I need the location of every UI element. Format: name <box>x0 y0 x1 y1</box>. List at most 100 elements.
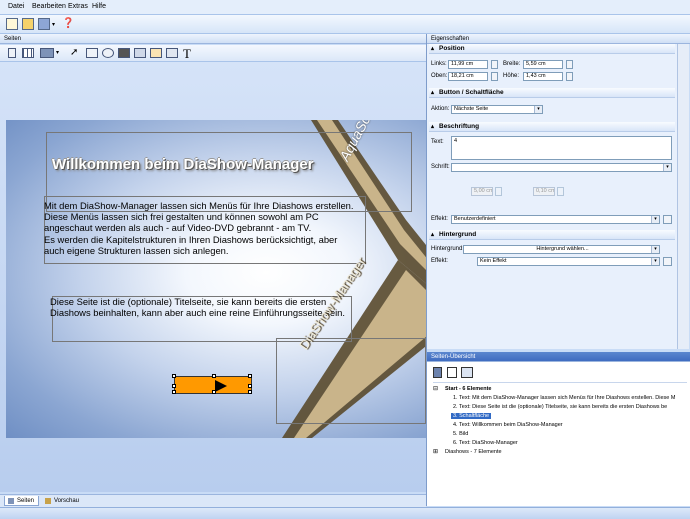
aktion-dropdown[interactable]: Nächste Seite ▾ <box>451 105 543 114</box>
chevron-down-icon: ▾ <box>663 164 671 171</box>
resize-handle[interactable] <box>248 374 252 378</box>
rectangle-tool-icon[interactable] <box>86 48 98 58</box>
new-page-icon[interactable] <box>447 367 457 378</box>
tree-root-diashows[interactable]: Diashows - 7 Elemente <box>445 449 502 455</box>
delete-icon[interactable] <box>8 48 16 58</box>
frame-tool-icon[interactable] <box>150 48 162 58</box>
save-icon[interactable] <box>38 18 50 30</box>
oben-spinner[interactable] <box>491 72 498 81</box>
tree-item[interactable]: 1. Text: Mit dem DiaShow-Manager lassen … <box>453 395 675 401</box>
button-tool-icon[interactable] <box>118 48 130 58</box>
grid-icon[interactable] <box>22 48 34 58</box>
tab-seiten-label: Seiten <box>17 498 35 504</box>
rand-input[interactable]: 5,00 cm <box>471 187 493 196</box>
slide-title[interactable]: Willkommen beim DiaShow-Manager <box>52 156 314 173</box>
section-position[interactable]: Position <box>429 44 675 54</box>
chevron-down-icon: ▾ <box>651 246 659 253</box>
menu-datei[interactable]: Datei <box>8 3 24 10</box>
layout-icon[interactable] <box>40 48 54 58</box>
links-spinner[interactable] <box>491 60 498 69</box>
tree-item[interactable]: 2. Text: Diese Seite ist die (optionale)… <box>453 404 667 410</box>
resize-handle[interactable] <box>172 384 176 388</box>
links-input[interactable]: 11,99 cm <box>448 60 488 69</box>
resize-handle[interactable] <box>172 390 176 394</box>
layout-dropdown-icon[interactable]: ▾ <box>56 49 59 56</box>
copy-page-icon[interactable] <box>461 367 473 378</box>
properties-scrollbar[interactable] <box>677 44 689 349</box>
breite-label: Breite: <box>503 61 521 67</box>
aktion-label: Aktion: <box>431 106 450 112</box>
hoehe-spinner[interactable] <box>566 72 573 81</box>
hintergrund-dropdown[interactable]: Hintergrund wählen... ▾ <box>463 245 660 254</box>
divider <box>433 382 687 383</box>
schrift-dropdown[interactable]: ▾ <box>451 163 672 172</box>
pages-tab-icon <box>8 498 14 504</box>
save-dropdown-icon[interactable]: ▾ <box>52 21 55 28</box>
tree-item-selected[interactable]: 3. Schaltfläche <box>451 413 492 419</box>
breite-spinner[interactable] <box>566 60 573 69</box>
resize-handle[interactable] <box>248 390 252 394</box>
resize-handle[interactable] <box>172 374 176 378</box>
tab-vorschau[interactable]: Vorschau <box>42 496 83 506</box>
pages-panel-header: Seiten <box>0 34 426 44</box>
bottom-tabs: Seiten Vorschau <box>0 494 426 507</box>
hoehe-label: Höhe: <box>503 73 520 79</box>
chevron-down-icon: ▾ <box>534 106 542 113</box>
effekt-edit-button[interactable] <box>663 215 672 224</box>
tab-vorschau-label: Vorschau <box>54 498 80 504</box>
ellipse-tool-icon[interactable] <box>102 48 114 58</box>
schrift-label: Schrift: <box>431 164 450 170</box>
section-button[interactable]: Button / Schaltfläche <box>429 88 675 98</box>
tree-expand-icon[interactable]: ⊞ <box>433 448 438 455</box>
chevron-down-icon: ▾ <box>651 216 659 223</box>
text-tool-icon[interactable]: T <box>183 46 191 62</box>
slide-body-text[interactable]: Mit dem DiaShow-Manager lassen sich Menü… <box>44 200 356 256</box>
tree-item[interactable]: 4. Text: Willkommen beim DiaShow-Manager <box>453 422 563 428</box>
hintergrund-effekt-edit-button[interactable] <box>663 257 672 266</box>
section-hintergrund[interactable]: Hintergrund <box>429 230 675 240</box>
menu-extras[interactable]: Extras <box>68 3 88 10</box>
hintergrund-effekt-dropdown[interactable]: Kein Effekt ▾ <box>477 257 660 266</box>
tree-item[interactable]: 6. Text: DiaShow-Manager <box>453 440 518 446</box>
abstand-input[interactable]: 0,10 cm <box>533 187 555 196</box>
oben-input[interactable]: 18,21 cm <box>448 72 488 81</box>
new-file-icon[interactable] <box>6 18 18 30</box>
text-input[interactable]: 4 <box>451 136 672 160</box>
resize-handle[interactable] <box>212 374 216 378</box>
hintergrund-value: Hintergrund wählen... <box>536 246 589 252</box>
tree-collapse-icon[interactable]: ⊟ <box>433 385 438 392</box>
image-tool-icon[interactable] <box>134 48 146 58</box>
resize-handle[interactable] <box>212 390 216 394</box>
abstand-spinner[interactable] <box>557 187 564 196</box>
tree-root-start[interactable]: Start - 6 Elemente <box>445 386 491 392</box>
slide-intro-text[interactable]: Diese Seite ist die (optionale) Titelsei… <box>50 296 350 318</box>
next-page-button[interactable] <box>172 374 252 394</box>
oben-label: Oben: <box>431 73 448 79</box>
overview-panel: ⊟ Start - 6 Elemente 1. Text: Mit dem Di… <box>427 362 690 506</box>
chevron-down-icon: ▾ <box>651 258 659 265</box>
hoehe-input[interactable]: 1,43 cm <box>523 72 563 81</box>
breite-input[interactable]: 5,59 cm <box>523 60 563 69</box>
list-tool-icon[interactable] <box>166 48 178 58</box>
tree-item[interactable]: 5. Bild <box>453 431 468 437</box>
menu-bearbeiten[interactable]: Bearbeiten <box>32 3 66 10</box>
tab-seiten[interactable]: Seiten <box>4 496 40 506</box>
help-icon[interactable]: ❓ <box>62 18 74 30</box>
pointer-icon[interactable]: ➚ <box>70 47 78 58</box>
effekt-value: Benutzerdefiniert <box>454 216 496 222</box>
section-beschriftung[interactable]: Beschriftung <box>429 122 675 132</box>
delete-icon[interactable] <box>433 367 442 378</box>
resize-handle[interactable] <box>248 384 252 388</box>
menu-hilfe[interactable]: Hilfe <box>92 3 106 10</box>
play-arrow-icon <box>215 380 227 392</box>
effekt-dropdown[interactable]: Benutzerdefiniert ▾ <box>451 215 660 224</box>
open-folder-icon[interactable] <box>22 18 34 30</box>
preview-tab-icon <box>45 498 51 504</box>
main-toolbar: ▾ ❓ <box>0 15 690 34</box>
effekt-label: Effekt: <box>431 216 448 222</box>
rand-spinner[interactable] <box>495 187 502 196</box>
selection-frame-band-text <box>276 338 426 424</box>
slide-canvas[interactable]: Willkommen beim DiaShow-Manager Mit dem … <box>6 120 426 438</box>
statusbar <box>0 507 690 519</box>
menubar: Datei Bearbeiten Extras Hilfe <box>0 0 690 15</box>
